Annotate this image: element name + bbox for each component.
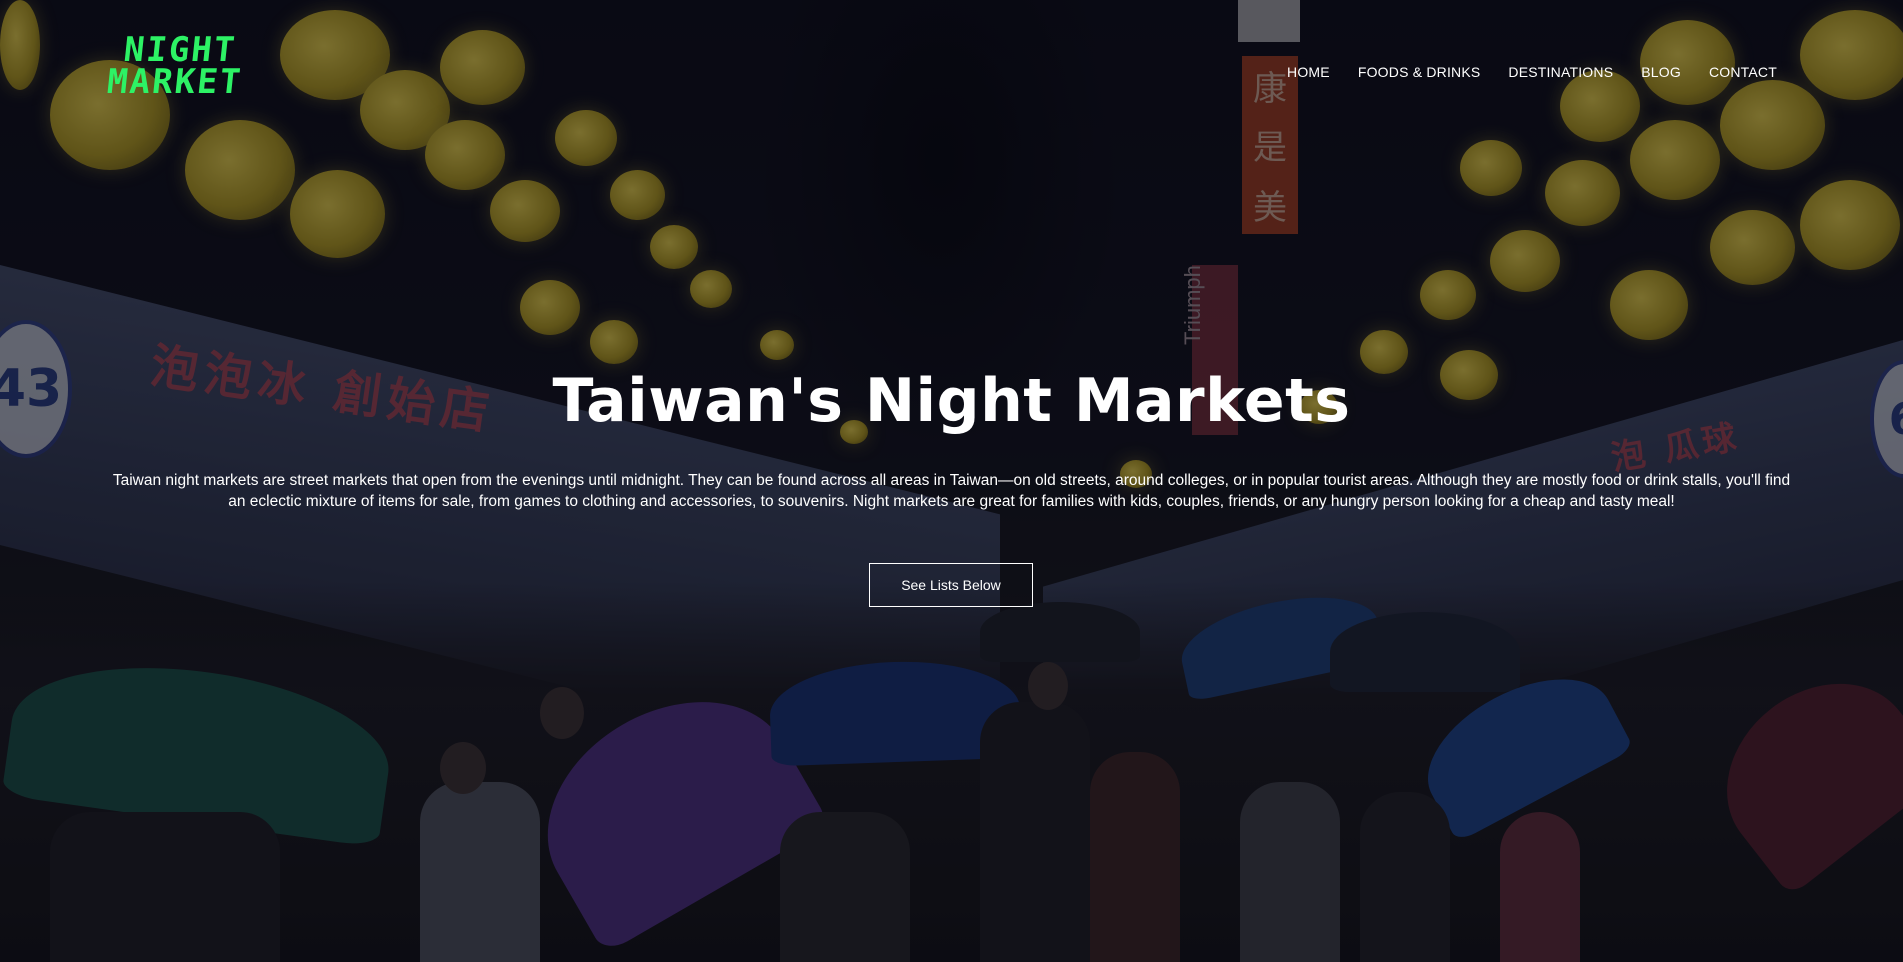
hero-description-line-2: an eclectic mixture of items for sale, f… [228,493,1675,510]
see-lists-button[interactable]: See Lists Below [869,563,1033,607]
nav-item-blog[interactable]: BLOG [1641,64,1681,80]
hero-description: Taiwan night markets are street markets … [100,470,1803,512]
logo-line-2: MARKET [105,62,245,102]
nav-item-home[interactable]: HOME [1287,64,1330,80]
hero-section: 泡泡冰 創始店 泡 瓜球 43 6 康 是 美 Triumph [0,0,1903,962]
main-navigation: HOME FOODS & DRINKS DESTINATIONS BLOG CO… [1287,64,1777,80]
hero-title: Taiwan's Night Markets [552,366,1351,436]
night-market-logo[interactable]: NIGHT MARKET [105,30,248,102]
nav-item-foods-drinks[interactable]: FOODS & DRINKS [1358,64,1481,80]
nav-item-contact[interactable]: CONTACT [1709,64,1777,80]
nav-item-destinations[interactable]: DESTINATIONS [1508,64,1613,80]
hero-description-line-1: Taiwan night markets are street markets … [112,472,1791,489]
